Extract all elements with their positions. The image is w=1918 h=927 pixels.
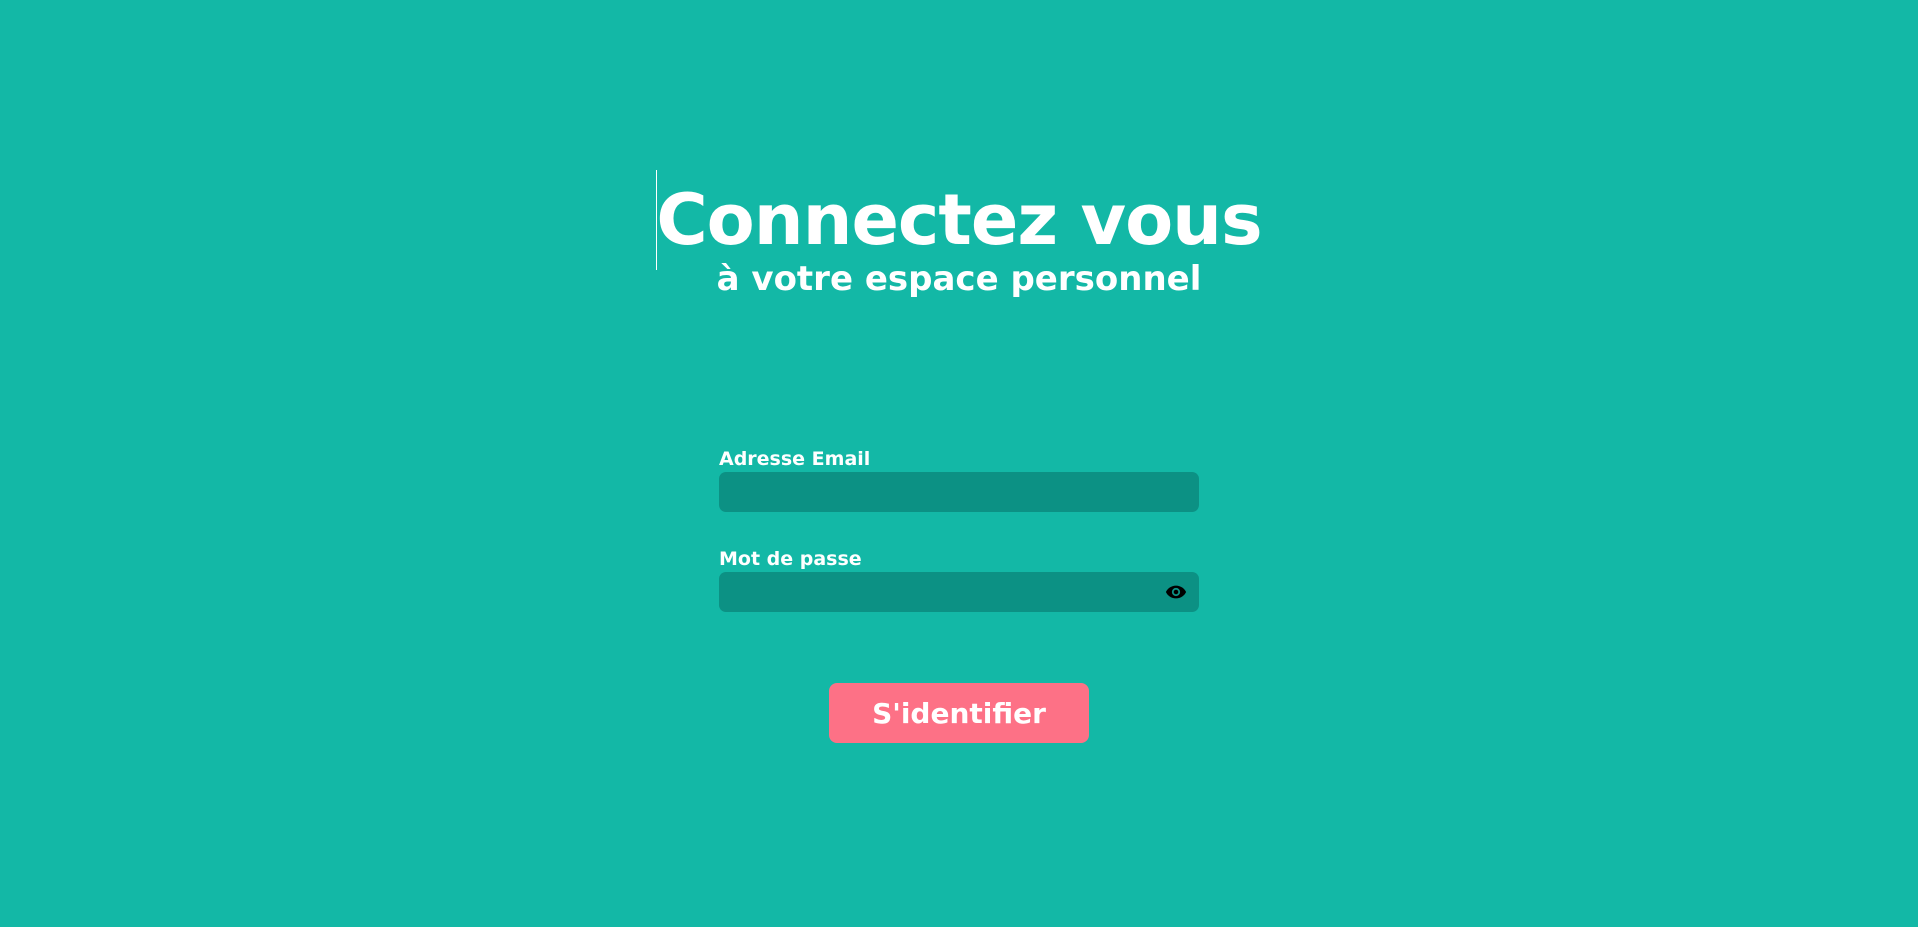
submit-area: S'identifier [0,683,1918,743]
eye-icon[interactable] [1163,581,1189,603]
title-block: Connectez vous à votre espace personnel [656,165,1263,299]
login-page: Connectez vous à votre espace personnel … [0,0,1918,927]
page-subtitle: à votre espace personnel [716,259,1202,299]
email-field-group: Adresse Email [719,446,1199,512]
password-input-box [719,572,1199,612]
email-input-box [719,472,1199,512]
header: Connectez vous à votre espace personnel [0,165,1918,299]
login-button[interactable]: S'identifier [829,683,1089,743]
email-input[interactable] [719,472,1199,512]
password-label: Mot de passe [719,548,862,570]
password-input[interactable] [719,572,1199,612]
text-caret [656,170,658,270]
email-label: Adresse Email [719,448,871,470]
password-field-group: Mot de passe [719,546,1199,612]
login-form: Adresse Email Mot de passe [719,446,1199,612]
